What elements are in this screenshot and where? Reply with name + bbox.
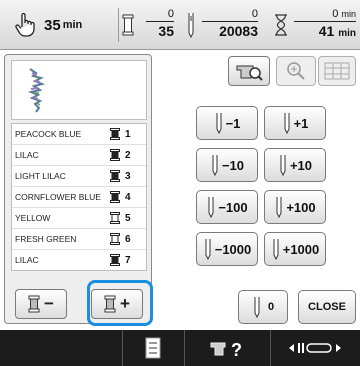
reset-zero-button[interactable]: 0 — [238, 290, 288, 324]
spool-icon — [110, 149, 120, 161]
needle-icon — [276, 197, 282, 218]
needle-icon — [280, 155, 286, 176]
stitch-adjust-label: +100 — [286, 199, 316, 215]
stitch-total: 20083 — [219, 23, 258, 39]
stitch-current: 0 — [251, 8, 258, 20]
highlight-frame — [87, 280, 153, 326]
sew-time-current-unit: min — [341, 9, 356, 19]
needle-icon — [273, 239, 279, 260]
thread-name: YELLOW — [15, 212, 51, 223]
thread-number: 5 — [125, 212, 131, 224]
thread-row[interactable]: YELLOW 5 — [12, 208, 146, 229]
spool-icon — [110, 170, 120, 182]
total-time-display: 35 min — [14, 6, 82, 44]
color-change-total: 35 — [158, 23, 174, 39]
time-unit: min — [62, 19, 83, 31]
stitch-adjust-button[interactable]: +1000 — [264, 232, 326, 266]
sewing-machine-magnify-icon — [236, 65, 263, 81]
grid-icon — [324, 62, 350, 80]
stitch-adjust-label: +10 — [289, 157, 313, 173]
spool-minus-button[interactable]: − — [15, 289, 67, 319]
stitch-counter: 0 20083 — [202, 7, 258, 40]
sew-time-total-unit: min — [338, 28, 356, 39]
sewing-time: 0 min 41 min — [294, 7, 356, 43]
spool-icon — [110, 191, 120, 203]
stitch-adjust-button[interactable]: +1 — [264, 106, 326, 140]
color-change-counter: 0 35 — [146, 7, 174, 40]
thread-row[interactable]: LILAC 2 — [12, 145, 146, 166]
zoom-button[interactable] — [276, 56, 316, 86]
hourglass-icon — [275, 14, 287, 36]
zoom-icon — [287, 62, 305, 80]
grid-button[interactable] — [318, 56, 356, 86]
spool-icon — [110, 128, 120, 140]
stitch-adjust-button[interactable]: +100 — [264, 190, 326, 224]
pattern-thumbnail — [27, 68, 46, 113]
spool-minus-label: − — [44, 294, 54, 313]
spool-icon — [122, 14, 134, 36]
zero-label: 0 — [267, 301, 275, 313]
needle-icon — [212, 155, 218, 176]
needle-icon — [284, 113, 290, 134]
magnify-preview-button[interactable] — [228, 56, 270, 86]
spool-icon — [28, 295, 40, 313]
thread-row[interactable]: LILAC 7 — [12, 250, 146, 270]
time-value: 35 — [44, 16, 61, 34]
stitch-adjust-button[interactable]: −100 — [196, 190, 258, 224]
close-label: CLOSE — [308, 301, 346, 313]
color-change-current: 0 — [167, 8, 174, 20]
machine-help-icon: ? — [210, 340, 242, 360]
sew-time-total: 41 — [318, 23, 335, 39]
needle-icon — [208, 197, 214, 218]
stitch-adjust-label: −1000 — [214, 241, 252, 257]
stitch-adjust-label: −100 — [218, 199, 248, 215]
spool-icon — [110, 254, 120, 266]
stitch-adjust-label: −1 — [225, 115, 241, 131]
stitch-adjust-button[interactable]: −1 — [196, 106, 258, 140]
thread-number: 4 — [125, 191, 131, 203]
thread-number: 7 — [125, 254, 131, 266]
frame-move-icon — [289, 343, 341, 353]
thread-name: FRESH GREEN — [15, 233, 77, 244]
stitch-adjust-button[interactable]: −1000 — [196, 232, 258, 266]
thread-number: 2 — [125, 149, 131, 161]
svg-text:?: ? — [231, 340, 242, 360]
pattern-preview — [11, 60, 147, 120]
stitch-adjust-button[interactable]: +10 — [264, 148, 326, 182]
thread-number: 3 — [125, 170, 131, 182]
needle-icon — [205, 239, 211, 260]
thread-row[interactable]: PEACOCK BLUE 1 — [12, 124, 146, 145]
thread-number: 6 — [125, 233, 131, 245]
stitch-adjust-button[interactable]: −10 — [196, 148, 258, 182]
thread-list[interactable]: PEACOCK BLUE 1 LILAC 2 LIGHT LILAC 3 CORNFLOWE… — [11, 123, 147, 271]
thread-name: LIGHT LILAC — [15, 170, 66, 181]
spool-icon — [110, 212, 120, 224]
close-button[interactable]: CLOSE — [298, 290, 356, 324]
thread-name: LILAC — [15, 254, 39, 265]
spool-icon — [110, 233, 120, 245]
stitch-adjust-label: +1 — [293, 115, 309, 131]
machine-help-button[interactable]: ? — [184, 330, 270, 366]
sew-time-current: 0 — [332, 8, 339, 20]
stitch-adjust-label: +1000 — [282, 241, 320, 257]
thread-row[interactable]: LIGHT LILAC 3 — [12, 166, 146, 187]
thread-name: PEACOCK BLUE — [15, 128, 82, 139]
bottom-nav: ? — [0, 330, 360, 366]
thread-row[interactable]: FRESH GREEN 6 — [12, 229, 146, 250]
checklist-button[interactable] — [122, 330, 184, 366]
checklist-icon — [145, 337, 161, 359]
needle-icon — [216, 113, 222, 134]
thread-row[interactable]: CORNFLOWER BLUE 4 — [12, 187, 146, 208]
divider — [118, 8, 119, 42]
needle-icon — [254, 297, 260, 318]
frame-move-button[interactable] — [270, 330, 360, 366]
status-bar: 35 min 0 35 0 20083 0 min 41 min — [0, 0, 360, 50]
thread-name: LILAC — [15, 149, 39, 160]
thread-number: 1 — [125, 128, 131, 140]
stitch-adjust-label: −10 — [221, 157, 245, 173]
thread-panel: PEACOCK BLUE 1 LILAC 2 LIGHT LILAC 3 CORNFLOWE… — [4, 54, 153, 326]
thread-name: CORNFLOWER BLUE — [15, 191, 101, 202]
hand-icon — [15, 12, 35, 37]
needle-icon — [188, 13, 194, 38]
